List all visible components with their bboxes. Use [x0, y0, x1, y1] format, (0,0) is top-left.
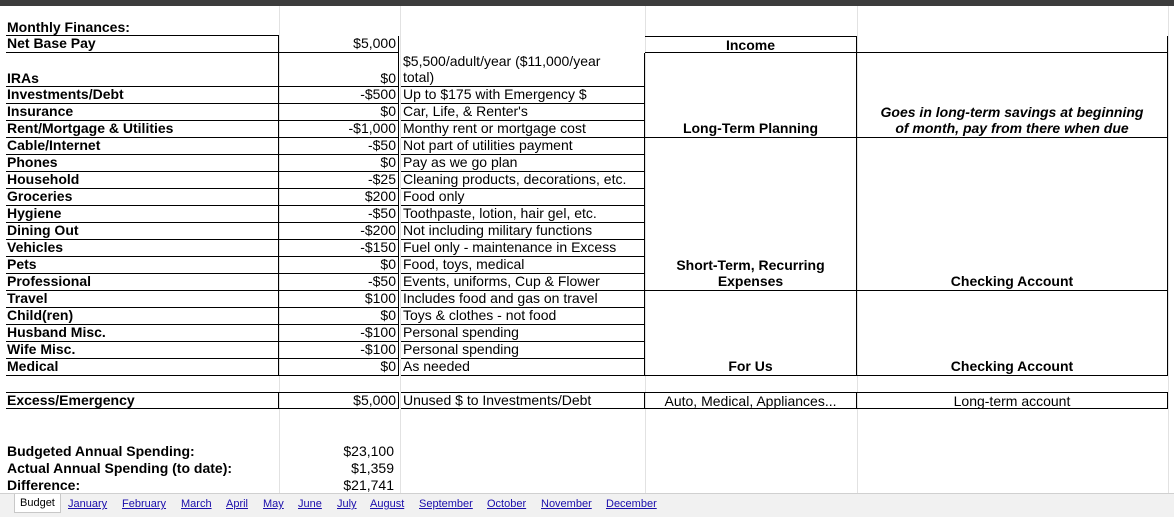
row-amount[interactable]: $0: [279, 155, 399, 172]
category-long-term[interactable]: Long-Term Planning: [645, 53, 857, 138]
sheet-title[interactable]: Monthly Finances:: [6, 20, 279, 36]
row-label[interactable]: IRAs: [6, 53, 279, 87]
net-pay-value[interactable]: $5,000: [279, 36, 399, 53]
row-label[interactable]: Cable/Internet: [6, 138, 279, 155]
row-note[interactable]: Personal spending: [401, 342, 645, 359]
row-note[interactable]: $5,500/adult/year ($11,000/year total): [401, 53, 645, 87]
category-for-us[interactable]: For Us: [645, 291, 857, 376]
summary-value[interactable]: $21,741: [279, 478, 399, 493]
row-label[interactable]: Husband Misc.: [6, 325, 279, 342]
row-label[interactable]: Household: [6, 172, 279, 189]
row-amount[interactable]: $0: [279, 308, 399, 325]
summary-row: Difference: $21,741: [0, 478, 1174, 493]
summary-row: Budgeted Annual Spending: $23,100: [0, 444, 1174, 461]
tab-november[interactable]: November: [541, 498, 592, 510]
row-note[interactable]: Events, uniforms, Cup & Flower: [401, 274, 645, 291]
row-label[interactable]: Groceries: [6, 189, 279, 206]
category-long-term-note[interactable]: Goes in long-term savings at beginning o…: [857, 53, 1168, 138]
spreadsheet-grid[interactable]: Monthly Finances: Net Base Pay $5,000 IR…: [0, 6, 1174, 493]
tab-april[interactable]: April: [226, 498, 248, 510]
row-label[interactable]: Phones: [6, 155, 279, 172]
net-pay-label[interactable]: Net Base Pay: [6, 36, 279, 53]
excess-label[interactable]: Excess/Emergency: [6, 392, 279, 409]
row-label[interactable]: Wife Misc.: [6, 342, 279, 359]
row-label[interactable]: Travel: [6, 291, 279, 308]
row-note[interactable]: Food, toys, medical: [401, 257, 645, 274]
row-note[interactable]: Up to $175 with Emergency $: [401, 87, 645, 104]
excess-account[interactable]: Long-term account: [857, 392, 1168, 409]
row-amount[interactable]: -$150: [279, 240, 399, 257]
row-amount[interactable]: $0: [279, 53, 399, 87]
category-income[interactable]: Income: [645, 36, 857, 53]
row-note[interactable]: Food only: [401, 189, 645, 206]
excess-category[interactable]: Auto, Medical, Appliances...: [645, 392, 857, 409]
summary-label[interactable]: Actual Annual Spending (to date):: [6, 461, 279, 478]
row-amount[interactable]: $100: [279, 291, 399, 308]
row-amount[interactable]: -$500: [279, 87, 399, 104]
row-label[interactable]: Pets: [6, 257, 279, 274]
header-row: Monthly Finances:: [0, 20, 1174, 36]
row-note[interactable]: Not including military functions: [401, 223, 645, 240]
row-note[interactable]: Monthy rent or mortgage cost: [401, 121, 645, 138]
row-label[interactable]: Professional: [6, 274, 279, 291]
sheet-tab-bar: Budget January February March April May …: [0, 493, 1174, 517]
row-note[interactable]: Cleaning products, decorations, etc.: [401, 172, 645, 189]
row-note[interactable]: Personal spending: [401, 325, 645, 342]
excess-amount[interactable]: $5,000: [279, 392, 399, 409]
row-note[interactable]: Fuel only - maintenance in Excess: [401, 240, 645, 257]
category-short-term-account[interactable]: Checking Account: [857, 138, 1168, 291]
row-label[interactable]: Investments/Debt: [6, 87, 279, 104]
row-amount[interactable]: -$50: [279, 138, 399, 155]
row-amount[interactable]: -$25: [279, 172, 399, 189]
summary-label[interactable]: Budgeted Annual Spending:: [6, 444, 279, 461]
tab-may[interactable]: May: [263, 498, 284, 510]
summary-value[interactable]: $23,100: [279, 444, 399, 461]
row-label[interactable]: Medical: [6, 359, 279, 376]
row-label[interactable]: Child(ren): [6, 308, 279, 325]
row-amount[interactable]: -$100: [279, 325, 399, 342]
row-amount[interactable]: $0: [279, 359, 399, 376]
category-for-us-account[interactable]: Checking Account: [857, 291, 1168, 376]
row-note[interactable]: Toothpaste, lotion, hair gel, etc.: [401, 206, 645, 223]
row-amount[interactable]: $200: [279, 189, 399, 206]
row-amount[interactable]: -$1,000: [279, 121, 399, 138]
row-label[interactable]: Rent/Mortgage & Utilities: [6, 121, 279, 138]
tab-february[interactable]: February: [122, 498, 166, 510]
summary-row: Actual Annual Spending (to date): $1,359: [0, 461, 1174, 478]
summary-value[interactable]: $1,359: [279, 461, 399, 478]
row-label[interactable]: Insurance: [6, 104, 279, 121]
row-note[interactable]: Toys & clothes - not food: [401, 308, 645, 325]
row-label[interactable]: Hygiene: [6, 206, 279, 223]
row-amount[interactable]: $0: [279, 257, 399, 274]
category-income-note[interactable]: [857, 36, 1168, 53]
tab-january[interactable]: January: [68, 498, 107, 510]
row-note[interactable]: Not part of utilities payment: [401, 138, 645, 155]
excess-note[interactable]: Unused $ to Investments/Debt: [401, 392, 645, 409]
row-amount[interactable]: -$100: [279, 342, 399, 359]
row-amount[interactable]: -$200: [279, 223, 399, 240]
row-note[interactable]: Car, Life, & Renter's: [401, 104, 645, 121]
row-amount[interactable]: -$50: [279, 274, 399, 291]
tab-september[interactable]: September: [419, 498, 473, 510]
tab-budget[interactable]: Budget: [14, 494, 61, 513]
category-short-term[interactable]: Short-Term, Recurring Expenses: [645, 138, 857, 291]
row-label[interactable]: Vehicles: [6, 240, 279, 257]
summary-label[interactable]: Difference:: [6, 478, 279, 493]
row-note[interactable]: Pay as we go plan: [401, 155, 645, 172]
tab-august[interactable]: August: [370, 498, 404, 510]
row-amount[interactable]: -$50: [279, 206, 399, 223]
row-label[interactable]: Dining Out: [6, 223, 279, 240]
tab-march[interactable]: March: [181, 498, 212, 510]
tab-june[interactable]: June: [298, 498, 322, 510]
row-note[interactable]: As needed: [401, 359, 645, 376]
tab-october[interactable]: October: [487, 498, 526, 510]
tab-july[interactable]: July: [337, 498, 357, 510]
tab-december[interactable]: December: [606, 498, 657, 510]
row-amount[interactable]: $0: [279, 104, 399, 121]
row-note[interactable]: Includes food and gas on travel: [401, 291, 645, 308]
